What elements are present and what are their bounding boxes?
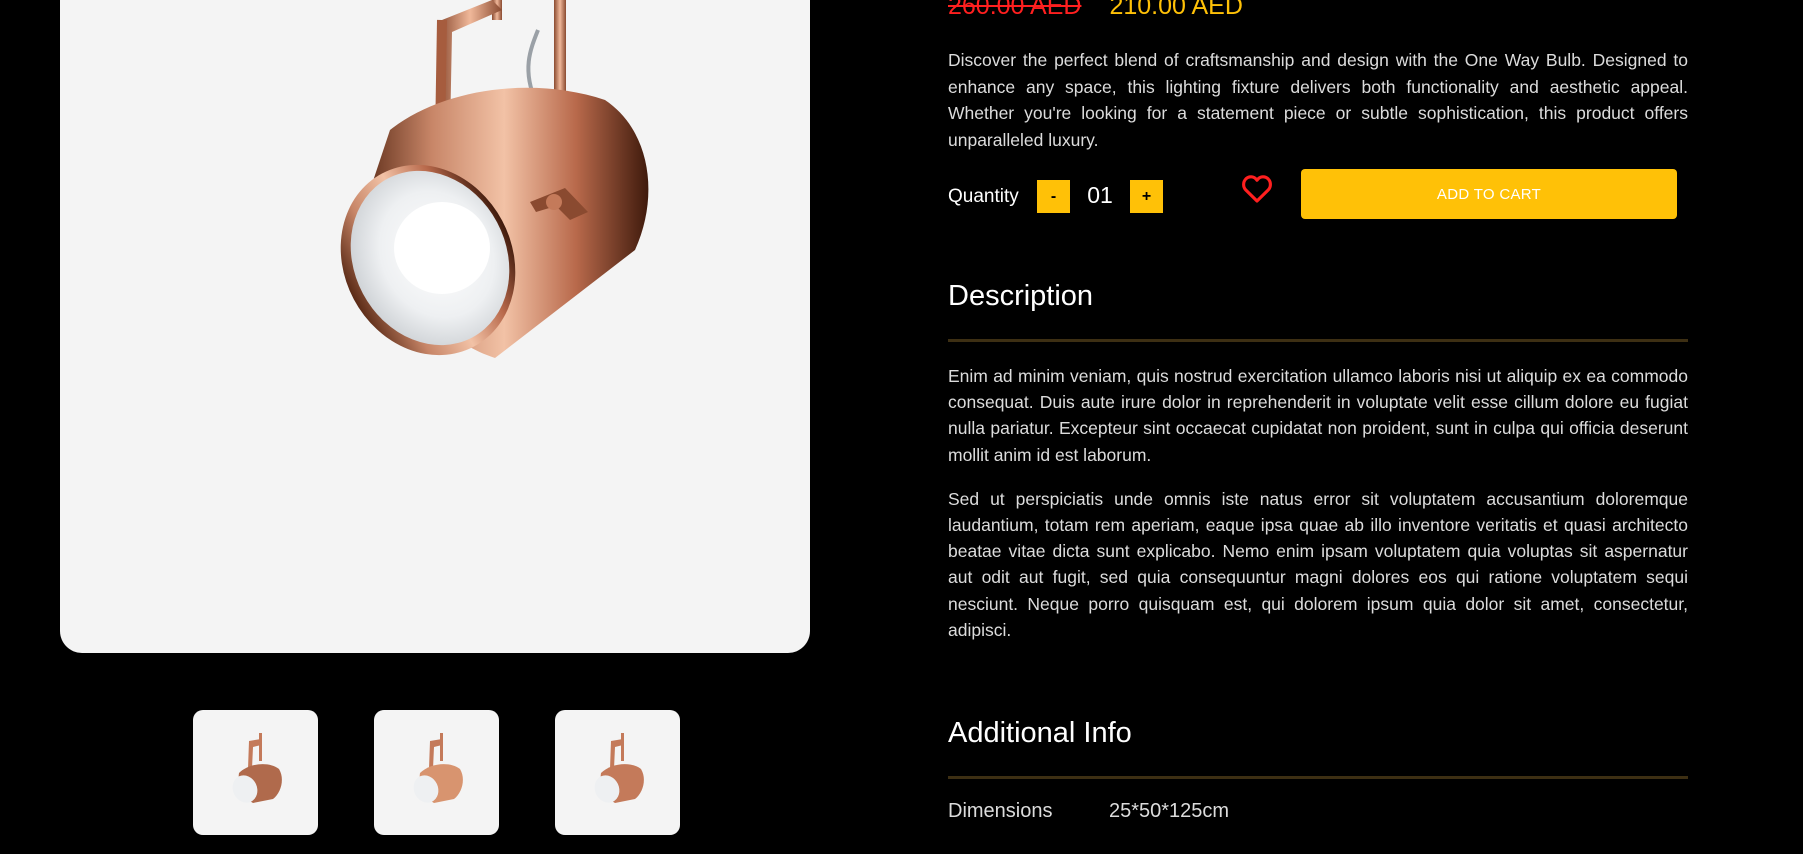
heart-icon — [1242, 175, 1272, 203]
description-heading: Description — [948, 280, 1094, 312]
thumbnail-3[interactable] — [555, 710, 680, 835]
thumbnail-1[interactable] — [193, 710, 318, 835]
price-row: 260.00 AED 210.00 AED — [948, 0, 1243, 21]
attribute-row-dimensions: Dimensions 25*50*125cm — [948, 800, 1229, 823]
additional-info-divider — [948, 776, 1688, 779]
product-intro: Discover the perfect blend of craftsmans… — [948, 50, 1688, 150]
add-to-cart-button[interactable]: ADD TO CART — [1301, 169, 1677, 219]
description-body: Enim ad minim veniam, quis nostrud exerc… — [948, 363, 1688, 661]
product-page: 260.00 AED 210.00 AED Discover the perfe… — [0, 0, 1803, 854]
quantity-row: Quantity - 01 + ADD TO CART — [948, 169, 1688, 222]
copper-spot-lamp-image — [340, 0, 649, 359]
description-divider — [948, 339, 1688, 342]
lamp-thumbnail-icon — [413, 732, 463, 803]
sale-price: 210.00 AED — [1109, 0, 1243, 20]
quantity-value: 01 — [1087, 182, 1113, 208]
description-paragraph: Sed ut perspiciatis unde omnis iste natu… — [948, 488, 1688, 640]
description-paragraph: Enim ad minim veniam, quis nostrud exerc… — [948, 366, 1688, 465]
thumbnail-strip — [193, 710, 680, 835]
attribute-value: 25*50*125cm — [1109, 800, 1230, 822]
lamp-thumbnail-icon — [232, 732, 282, 803]
old-price: 260.00 AED — [948, 0, 1082, 20]
main-product-image — [60, 0, 810, 653]
lamp-thumbnail-icon — [594, 732, 644, 803]
quantity-increase-button[interactable]: + — [1130, 180, 1163, 213]
wishlist-heart-icon[interactable] — [1240, 172, 1274, 206]
additional-info-heading: Additional Info — [948, 717, 1132, 749]
thumbnail-2[interactable] — [374, 710, 499, 835]
attribute-key: Dimensions — [948, 800, 1053, 822]
quantity-decrease-button[interactable]: - — [1037, 180, 1070, 213]
quantity-label: Quantity — [948, 186, 1019, 207]
